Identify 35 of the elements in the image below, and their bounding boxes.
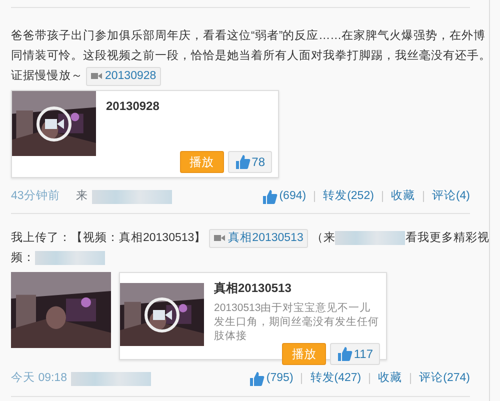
comment-link[interactable]: 评论(4) [432, 188, 470, 206]
like-button[interactable]: 78 [228, 151, 272, 173]
favorite-link[interactable]: 收藏 [390, 188, 415, 206]
post-text: 证据慢慢放～ [11, 68, 83, 84]
post-text: 看我更多精彩视 [405, 230, 490, 246]
blurred-text [335, 231, 406, 246]
play-icon [144, 296, 180, 333]
video-link[interactable]: 20130928 [86, 66, 162, 86]
blurred-text [35, 251, 105, 266]
post-text: 同情装可怜。这段视频之前一段，恰恰是她当着所有人面对我拳打脚踢，我丝毫没有还手。 [11, 48, 491, 64]
like-link[interactable]: (694) [262, 188, 306, 206]
like-button[interactable]: 117 [330, 343, 380, 366]
repost-link[interactable]: 转发(427) [310, 370, 362, 388]
thumbs-up-icon [234, 154, 251, 170]
video-title: 真相20130513 [214, 280, 292, 298]
post-time[interactable]: 今天 09:18 [11, 370, 67, 388]
repost-link[interactable]: 转发(252) [323, 188, 374, 206]
post-text: 爸爸带孩子出门参加俱乐部周年庆，看看这位“弱者”的反应……在家脾气火爆强势，在外博 [11, 28, 486, 44]
video-camera-icon [214, 233, 226, 244]
post-time[interactable]: 43分钟前 [11, 188, 60, 206]
thumbs-up-icon [249, 370, 266, 387]
thumbs-up-icon [262, 188, 278, 205]
source-label: 来 [76, 188, 88, 204]
post-text: （来 [311, 230, 336, 246]
post-text: 我上传了：【视频：真相20130513】 [11, 230, 206, 246]
like-link[interactable]: (795) [249, 370, 294, 388]
video-description: 20130513由于对宝宝意见不一儿发生口角，期间丝毫没有发生任何肢体接 [214, 301, 380, 344]
comment-link[interactable]: 评论(274) [419, 370, 470, 388]
video-camera-icon [91, 71, 102, 81]
play-icon [36, 106, 72, 142]
video-link[interactable]: 真相20130513 [209, 228, 308, 248]
post-text: 频： [11, 250, 35, 266]
video-title: 20130928 [106, 98, 160, 115]
thumbs-up-icon [336, 346, 353, 362]
favorite-link[interactable]: 收藏 [378, 370, 402, 388]
